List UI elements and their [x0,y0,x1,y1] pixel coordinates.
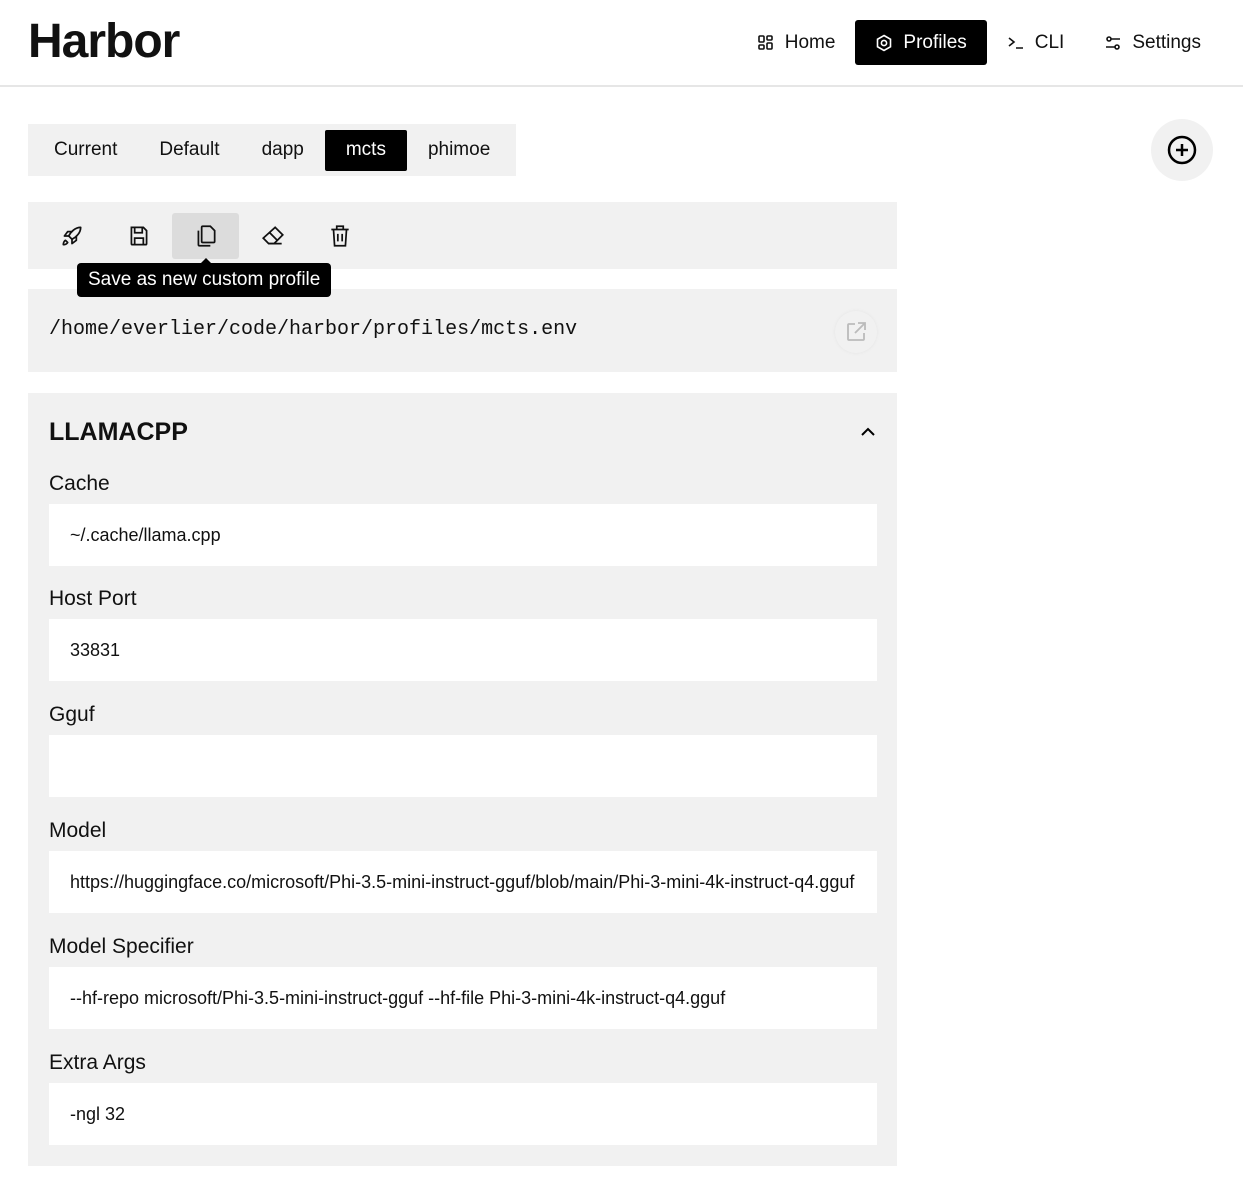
hexagon-icon [877,34,892,51]
field-model: Model [49,819,877,913]
trash-icon [330,224,349,247]
tab-phimoe[interactable]: phimoe [407,130,511,171]
nav-label: Settings [1132,31,1201,53]
main-nav: Home Profiles CLI Settings [737,20,1221,65]
delete-button[interactable] [306,213,373,259]
nav-label: Home [784,31,836,53]
add-profile-button[interactable] [1151,119,1213,181]
field-host-port: Host Port [49,587,877,681]
nav-home[interactable]: Home [737,20,856,65]
save-icon [130,225,147,246]
save-as-new-button[interactable] [172,212,239,259]
chevron-up-icon[interactable] [859,423,877,441]
field-label: Host Port [49,587,137,610]
tab-current[interactable]: Current [33,130,138,171]
nav-profiles[interactable]: Profiles [855,20,987,65]
profile-toolbar [28,202,897,269]
terminal-icon [1008,36,1023,49]
tab-mcts[interactable]: mcts [324,129,407,171]
eraser-icon [261,225,284,244]
rocket-icon [61,225,82,246]
field-label: Model Specifier [49,935,194,958]
reset-button[interactable] [239,213,306,259]
header: Harbor Home Profiles CLI Settings [0,0,1243,87]
profile-tabs: Current Default dapp mcts phimoe [28,124,517,176]
model-input[interactable] [49,851,877,913]
extra-args-input[interactable] [49,1083,877,1145]
field-label: Model [49,819,107,842]
gguf-input[interactable] [49,735,877,797]
nav-label: Profiles [903,31,967,53]
field-cache: Cache [49,472,877,566]
plus-circle-icon [1167,135,1197,165]
nav-cli[interactable]: CLI [987,20,1085,65]
model-specifier-input[interactable] [49,967,877,1029]
app-logo: Harbor [28,15,180,68]
nav-label: CLI [1034,31,1065,53]
copy-icon [197,224,216,247]
field-gguf: Gguf [49,703,877,797]
tooltip: Save as new custom profile [77,258,332,297]
section-title: LLAMACPP [49,418,188,446]
profile-path: /home/everlier/code/harbor/profiles/mcts… [49,318,578,341]
tab-dapp[interactable]: dapp [241,130,325,171]
external-link-icon [847,322,866,341]
host-port-input[interactable] [49,619,877,681]
grid-icon [757,34,773,50]
cache-input[interactable] [49,504,877,566]
open-file-button[interactable] [835,311,877,353]
save-button[interactable] [105,213,172,259]
tab-default[interactable]: Default [138,130,240,171]
nav-settings[interactable]: Settings [1084,20,1221,65]
profile-path-panel: /home/everlier/code/harbor/profiles/mcts… [28,289,897,372]
llamacpp-section: LLAMACPP Cache Host Port Gguf Model Mode… [28,393,897,1166]
apply-button[interactable] [38,213,105,259]
field-model-specifier: Model Specifier [49,935,877,1029]
field-extra-args: Extra Args [49,1051,877,1145]
field-label: Cache [49,472,110,495]
field-label: Gguf [49,703,95,726]
field-label: Extra Args [49,1051,146,1074]
sliders-icon [1106,35,1121,50]
